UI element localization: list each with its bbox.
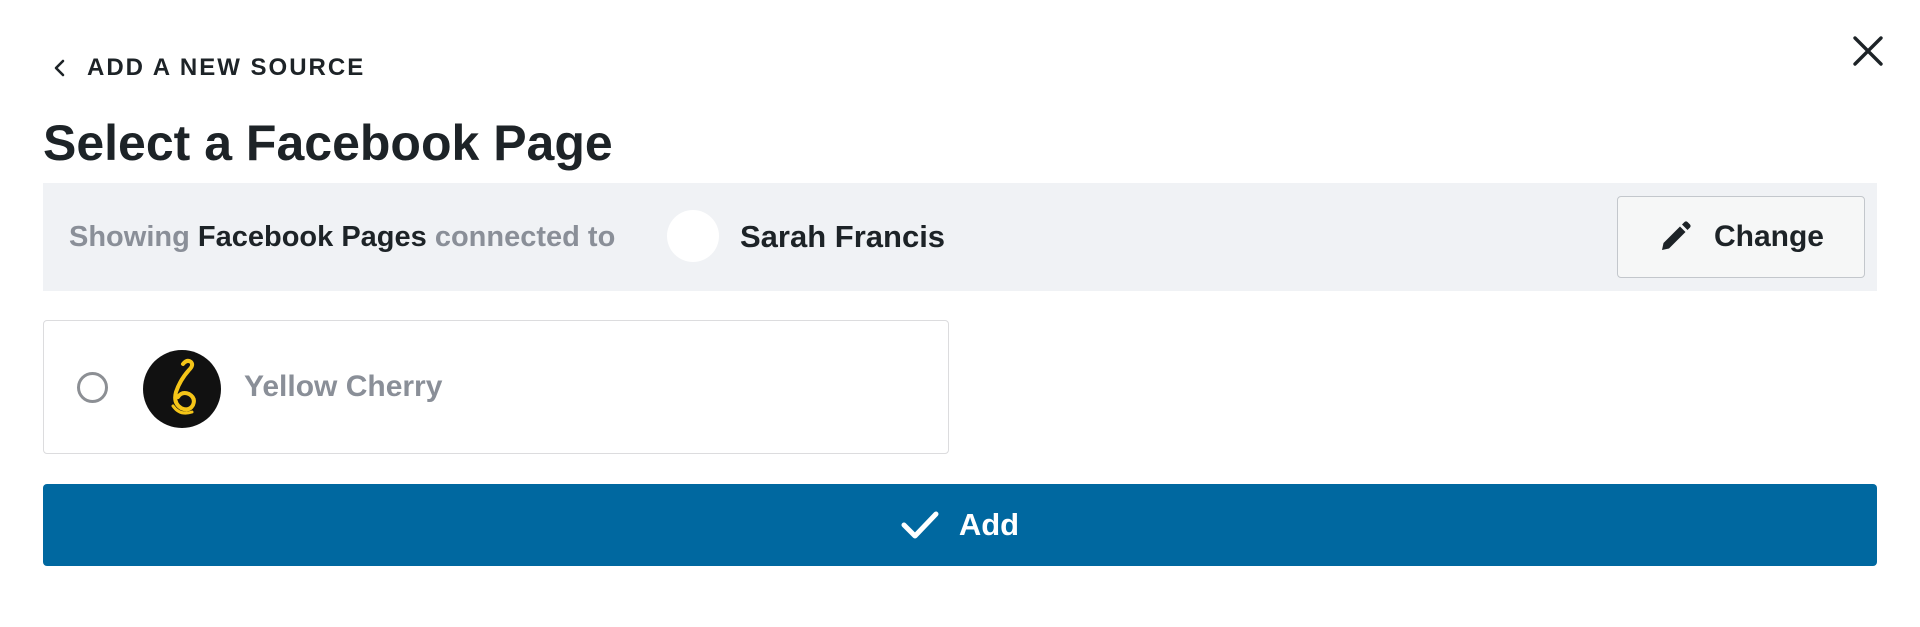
close-icon: [1853, 36, 1883, 66]
page-option-yellow-cherry[interactable]: Yellow Cherry: [43, 320, 949, 454]
checkmark-icon: [901, 511, 939, 539]
chevron-left-icon: [51, 59, 69, 77]
account-name: Sarah Francis: [740, 219, 946, 254]
add-button[interactable]: Add: [43, 484, 1877, 566]
pencil-icon: [1661, 221, 1691, 250]
back-link-label: ADD A NEW SOURCE: [87, 54, 366, 81]
account-avatar: [667, 210, 719, 262]
add-source-modal: ADD A NEW SOURCE Select a Facebook Page …: [0, 0, 1920, 627]
connected-account-text: Showing Facebook Pages connected to: [69, 219, 615, 255]
connected-to-label: connected to: [434, 221, 616, 253]
change-account-button[interactable]: Change: [1617, 196, 1865, 278]
page-title: Select a Facebook Page: [43, 115, 613, 171]
close-button[interactable]: [1847, 30, 1889, 72]
connected-account-bar: Showing Facebook Pages connected to Sara…: [43, 183, 1877, 291]
add-button-label: Add: [958, 507, 1020, 542]
connected-prefix: Showing: [69, 221, 190, 253]
page-radio[interactable]: [77, 372, 108, 403]
yellow-cherry-logo: [143, 350, 221, 428]
page-name: Yellow Cherry: [244, 370, 443, 403]
back-link[interactable]: ADD A NEW SOURCE: [51, 50, 365, 86]
change-button-label: Change: [1713, 220, 1824, 253]
connected-pages-label: Facebook Pages: [197, 221, 427, 253]
